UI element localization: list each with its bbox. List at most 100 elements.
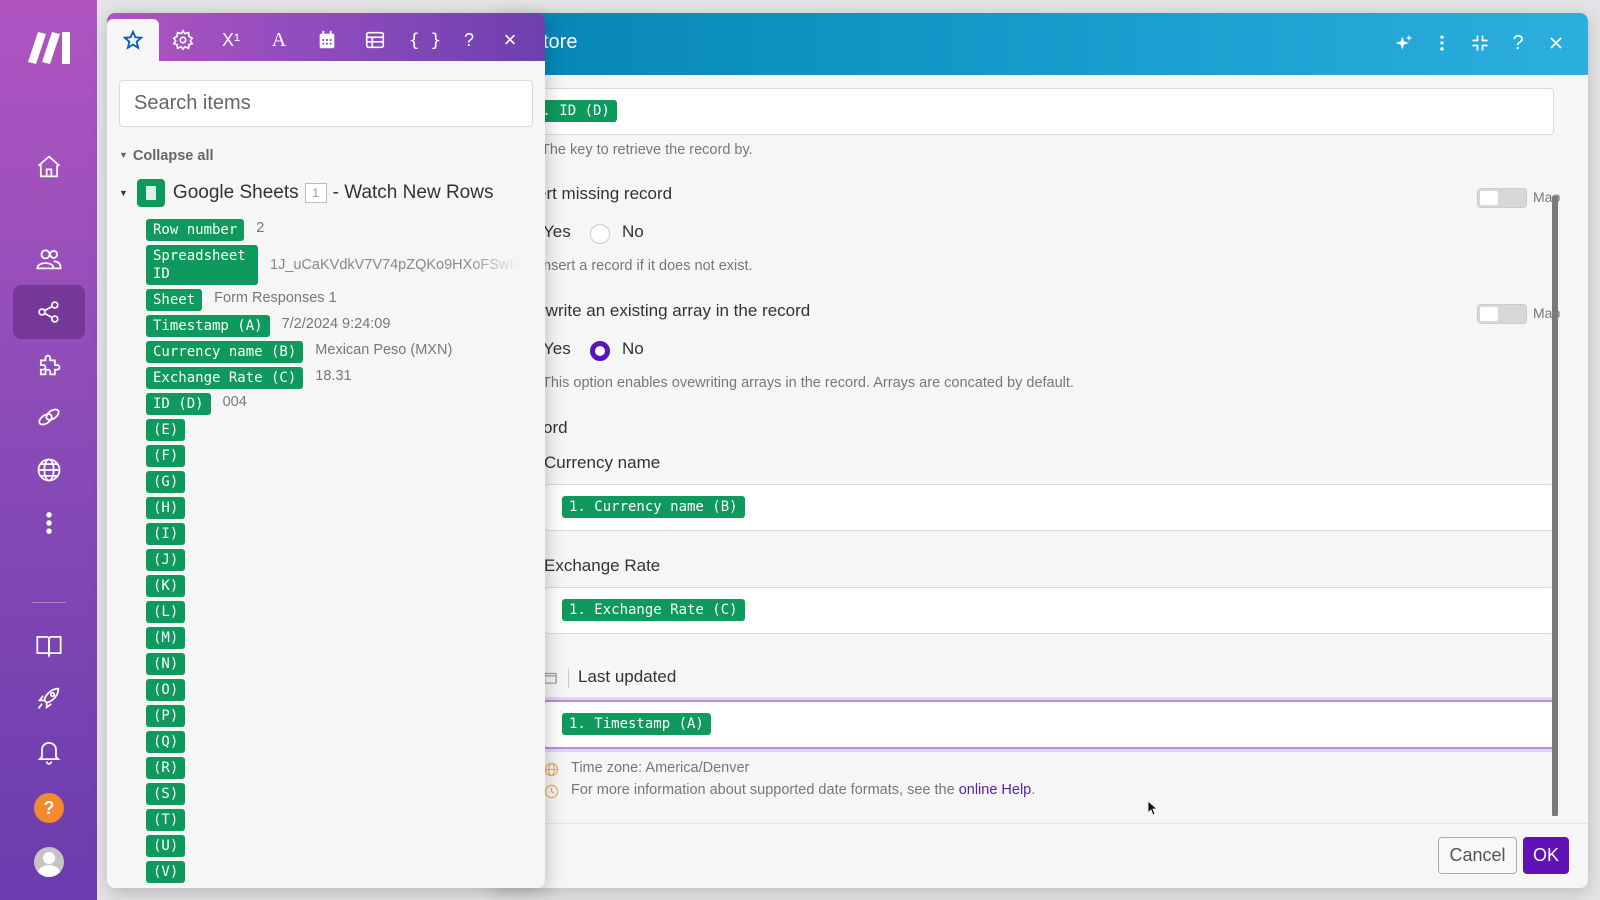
- mapping-item[interactable]: (E): [146, 419, 519, 441]
- mapping-item-pill[interactable]: (Q): [146, 731, 186, 753]
- sidebar-item-docs[interactable]: [13, 618, 85, 672]
- panel-help-button[interactable]: ?: [451, 19, 487, 61]
- collapse-all-toggle[interactable]: ▼ Collapse all: [119, 148, 214, 164]
- mapping-item-pill[interactable]: Row number: [146, 219, 245, 241]
- key-field[interactable]: [530, 88, 1554, 135]
- mapping-item[interactable]: Exchange Rate (C) 18.31: [146, 367, 519, 389]
- mapping-item-pill[interactable]: (E): [146, 419, 186, 441]
- minimize-icon[interactable]: [1468, 31, 1492, 55]
- panel-close-button[interactable]: ×: [492, 19, 528, 61]
- mapping-item-pill[interactable]: (H): [146, 497, 186, 519]
- tab-date[interactable]: [301, 19, 353, 61]
- close-icon[interactable]: [1544, 31, 1568, 55]
- mapping-item-value: 7/2/2024 9:24:09: [281, 316, 391, 332]
- sidebar-item-apps[interactable]: [13, 338, 85, 392]
- mapping-item-pill[interactable]: (L): [146, 601, 186, 623]
- mapping-item-pill[interactable]: (T): [146, 809, 186, 831]
- mapping-item-pill[interactable]: (R): [146, 757, 186, 779]
- mapping-item[interactable]: (R): [146, 757, 519, 779]
- mapping-item-pill[interactable]: (V): [146, 861, 186, 883]
- mapping-item[interactable]: (L): [146, 601, 519, 623]
- mapping-item-pill[interactable]: Currency name (B): [146, 341, 304, 363]
- mapping-item-pill[interactable]: ID (D): [146, 393, 211, 415]
- mapping-item-pill[interactable]: Sheet: [146, 289, 203, 311]
- mapping-item[interactable]: (V): [146, 861, 519, 883]
- close-icon: ×: [503, 27, 517, 52]
- insert-missing-map-toggle[interactable]: [1477, 188, 1527, 208]
- mapping-item[interactable]: Currency name (B) Mexican Peso (MXN): [146, 341, 519, 363]
- mapping-item[interactable]: (N): [146, 653, 519, 675]
- more-vertical-icon: [46, 512, 52, 534]
- mapping-item[interactable]: (I): [146, 523, 519, 545]
- insert-missing-no-radio[interactable]: [590, 224, 610, 244]
- sidebar-item-scenarios[interactable]: [13, 285, 85, 339]
- mapping-item-pill[interactable]: (S): [146, 783, 186, 805]
- sidebar-item-home[interactable]: [13, 140, 85, 194]
- tab-text[interactable]: A: [253, 19, 305, 61]
- mapping-item-pill[interactable]: (K): [146, 575, 186, 597]
- sidebar-item-more[interactable]: [13, 496, 85, 550]
- scrollbar[interactable]: [1552, 196, 1558, 816]
- sidebar-item-connections[interactable]: [13, 390, 85, 444]
- mapping-item[interactable]: Sheet Form Responses 1: [146, 289, 519, 311]
- mapping-item-pill[interactable]: Timestamp (A): [146, 315, 270, 337]
- tab-array[interactable]: [349, 19, 401, 61]
- mapping-item-pill[interactable]: Exchange Rate (C): [146, 367, 304, 389]
- mapping-item[interactable]: (T): [146, 809, 519, 831]
- help-badge[interactable]: ?: [34, 793, 64, 823]
- module-settings-dialog: tore ? 1. ID (D) The key to retrieve the…: [490, 13, 1588, 888]
- mapping-item[interactable]: (H): [146, 497, 519, 519]
- sidebar-item-notifications[interactable]: [13, 724, 85, 778]
- mapping-item[interactable]: Row number 2: [146, 219, 519, 241]
- mapping-item[interactable]: (P): [146, 705, 519, 727]
- mapping-item-pill[interactable]: (G): [146, 471, 186, 493]
- mapping-item-pill[interactable]: (M): [146, 627, 186, 649]
- help-icon[interactable]: ?: [1506, 31, 1530, 55]
- sparkle-icon[interactable]: [1392, 31, 1416, 55]
- sidebar-item-team[interactable]: [13, 232, 85, 286]
- mapping-item[interactable]: (G): [146, 471, 519, 493]
- tab-favorites[interactable]: [107, 19, 159, 61]
- online-help-link[interactable]: online Help: [959, 782, 1032, 798]
- mapping-item-pill[interactable]: (J): [146, 549, 186, 571]
- mapping-item[interactable]: (F): [146, 445, 519, 467]
- mapping-item[interactable]: Spreadsheet ID 1J_uCaKVdkV7V74pZQKo9HXoFS…: [146, 245, 519, 285]
- mapping-item-pill[interactable]: Spreadsheet ID: [146, 245, 258, 285]
- sidebar-item-webhooks[interactable]: [13, 443, 85, 497]
- exchange-rate-pill[interactable]: 1. Exchange Rate (C): [562, 599, 745, 621]
- overwrite-array-map-toggle[interactable]: [1477, 304, 1527, 324]
- mapping-item[interactable]: (M): [146, 627, 519, 649]
- mapping-item-pill[interactable]: (P): [146, 705, 186, 727]
- currency-name-pill[interactable]: 1. Currency name (B): [562, 496, 745, 518]
- mapping-item[interactable]: (S): [146, 783, 519, 805]
- last-updated-pill[interactable]: 1. Timestamp (A): [562, 713, 711, 735]
- mapping-item-pill[interactable]: (O): [146, 679, 186, 701]
- mapping-item[interactable]: (U): [146, 835, 519, 857]
- timezone-text: Time zone: America/Denver: [571, 760, 750, 776]
- module-header[interactable]: ▼ Google Sheets 1 - Watch New Rows: [119, 179, 493, 207]
- search-input[interactable]: [119, 80, 533, 127]
- label-divider: [568, 668, 569, 688]
- mapping-item[interactable]: ID (D) 004: [146, 393, 519, 415]
- mapping-item-pill[interactable]: (F): [146, 445, 186, 467]
- mapping-item-pill[interactable]: (U): [146, 835, 186, 857]
- sidebar-item-whats-new[interactable]: [13, 671, 85, 725]
- make-logo[interactable]: [24, 28, 74, 64]
- mapping-item[interactable]: Timestamp (A) 7/2/2024 9:24:09: [146, 315, 519, 337]
- tab-general[interactable]: [157, 19, 209, 61]
- cancel-button[interactable]: Cancel: [1438, 837, 1517, 874]
- mapping-item[interactable]: (Q): [146, 731, 519, 753]
- mapping-item-value: Form Responses 1: [214, 290, 337, 306]
- mapping-item-pill[interactable]: (I): [146, 523, 186, 545]
- overwrite-array-no-radio[interactable]: [590, 341, 610, 361]
- mapping-item-pill[interactable]: (N): [146, 653, 186, 675]
- avatar[interactable]: [34, 847, 64, 877]
- ok-button[interactable]: OK: [1523, 837, 1569, 874]
- more-vertical-icon[interactable]: [1430, 31, 1454, 55]
- mapping-item-value: Mexican Peso (MXN): [315, 342, 453, 358]
- mapping-item[interactable]: (J): [146, 549, 519, 571]
- tab-math[interactable]: X¹: [205, 19, 257, 61]
- mapping-item[interactable]: (K): [146, 575, 519, 597]
- tab-json[interactable]: { }: [399, 19, 451, 61]
- mapping-item[interactable]: (O): [146, 679, 519, 701]
